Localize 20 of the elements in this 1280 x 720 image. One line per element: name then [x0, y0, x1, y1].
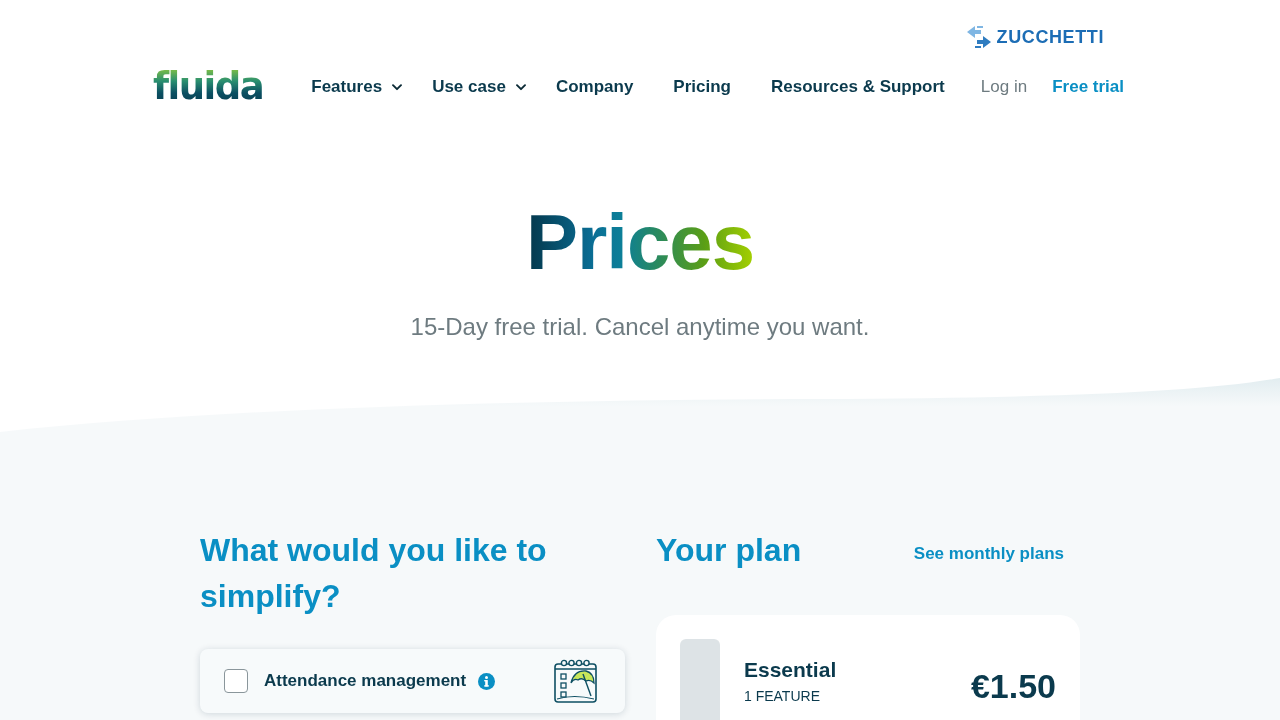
plan-price: €1.50	[970, 666, 1056, 706]
info-icon[interactable]	[478, 672, 496, 690]
feature-label: Attendance management	[264, 670, 467, 692]
section-heading: Your plan	[656, 531, 802, 570]
nav-link[interactable]: Resources & Support	[750, 75, 965, 99]
section-heading: What would you like to simplify?	[200, 531, 548, 616]
plan-name: Essential	[744, 657, 837, 683]
page-subtitle: 15-Day free trial. Cancel anytime you want.	[410, 312, 870, 342]
login-link[interactable]: Log in	[980, 77, 1028, 97]
calendar-umbrella-icon	[554, 659, 597, 703]
nav-link[interactable]: Use case	[412, 75, 536, 99]
nav-link[interactable]: Company	[535, 75, 654, 99]
nav-link[interactable]: Features	[291, 75, 413, 99]
checkbox[interactable]	[224, 669, 248, 693]
partner-logo-link[interactable]: ZUCCHETTI	[966, 24, 1104, 50]
free-trial-link[interactable]: Free trial	[1052, 77, 1124, 97]
nav-link[interactable]: Pricing	[653, 75, 751, 99]
feature-option-card[interactable]: Attendance management	[200, 649, 625, 713]
arrows-logo-icon	[966, 24, 991, 50]
plan-feature-count: 1 FEATURE	[744, 687, 821, 706]
